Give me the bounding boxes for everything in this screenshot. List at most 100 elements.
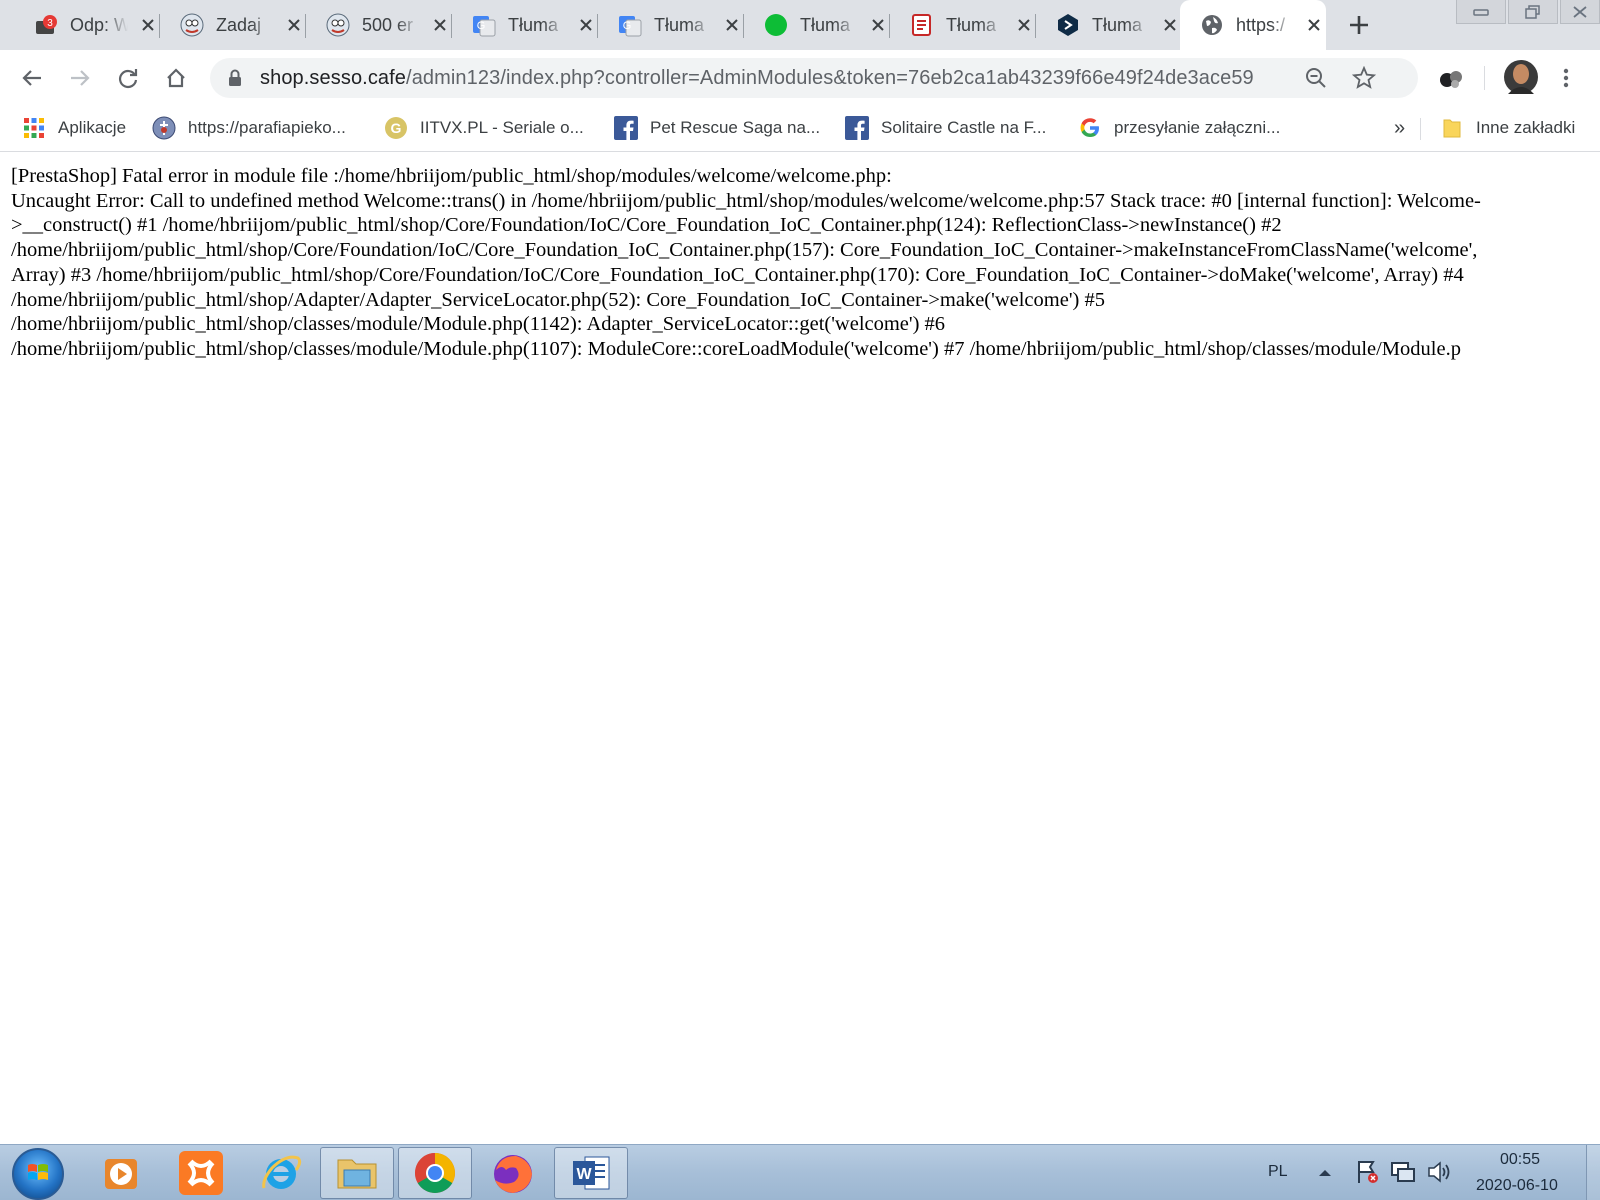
xampp-icon	[179, 1151, 223, 1195]
tab-translate-2[interactable]: G Tłuma	[598, 0, 744, 50]
error-line: >__construct() #1 /home/hbriijom/public_…	[11, 214, 1282, 237]
close-icon[interactable]	[868, 15, 888, 35]
tab-translate-4[interactable]: Tłuma	[890, 0, 1036, 50]
tab-title: https:/	[1236, 15, 1286, 35]
reload-button[interactable]	[114, 64, 142, 92]
lock-icon[interactable]	[228, 69, 242, 92]
close-icon[interactable]	[1160, 15, 1180, 35]
close-icon[interactable]	[284, 15, 304, 35]
action-center-flag-icon[interactable]	[1356, 1159, 1380, 1190]
green-circle-icon	[764, 13, 788, 37]
windows-logo-icon	[28, 1164, 48, 1180]
restore-button[interactable]	[1508, 0, 1558, 24]
new-tab-button[interactable]	[1346, 12, 1372, 38]
plus-icon	[1350, 16, 1368, 34]
url-path: /admin123/index.php?controller=AdminModu…	[406, 67, 1254, 89]
bookmark-label: Solitaire Castle na F...	[881, 118, 1047, 137]
more-vert-icon	[1563, 68, 1569, 88]
close-window-button[interactable]	[1560, 0, 1600, 24]
close-icon[interactable]	[1304, 15, 1324, 35]
close-icon[interactable]	[138, 15, 158, 35]
tab-500-error[interactable]: 500 er	[306, 0, 452, 50]
volume-icon[interactable]	[1426, 1159, 1452, 1190]
media-player-icon	[105, 1159, 137, 1189]
bookmarks-divider	[1420, 118, 1421, 140]
tray-expand-icon[interactable]	[1318, 1165, 1332, 1183]
close-icon[interactable]	[576, 15, 596, 35]
taskbar-xampp[interactable]	[164, 1147, 238, 1199]
firefox-icon	[494, 1155, 532, 1193]
tab-title: 500 er	[362, 15, 414, 35]
profile-avatar[interactable]	[1504, 60, 1538, 94]
url-text[interactable]: shop.sesso.cafe/admin123/index.php?contr…	[260, 67, 1254, 90]
close-icon[interactable]	[430, 15, 450, 35]
error-line: /home/hbriijom/public_html/shop/Adapter/…	[11, 288, 1105, 311]
google-translate-icon: G	[472, 13, 496, 37]
other-bookmarks-folder[interactable]: Inne zakładki	[1440, 114, 1575, 142]
error-line: /home/hbriijom/public_html/shop/classes/…	[11, 313, 946, 336]
bookmark-label: Aplikacje	[58, 118, 127, 137]
bookmark-label: Pet Rescue Saga na...	[650, 118, 821, 137]
taskbar-word[interactable]: W	[554, 1147, 628, 1199]
facebook-icon	[845, 116, 869, 140]
taskbar-firefox[interactable]	[476, 1147, 550, 1199]
start-button[interactable]	[12, 1148, 64, 1200]
home-button[interactable]	[162, 64, 190, 92]
facebook-icon	[614, 116, 638, 140]
bookmark-label: przesyłanie załączni...	[1114, 118, 1281, 137]
show-desktop-button[interactable]	[1586, 1145, 1600, 1200]
tab-translate-5[interactable]: Tłuma	[1036, 0, 1182, 50]
parish-icon	[152, 116, 176, 140]
bookmark-iitvx[interactable]: G IITVX.PL - Seriale o...	[384, 114, 584, 142]
bookmarks-overflow-button[interactable]: »	[1394, 114, 1405, 142]
svg-text:W: W	[576, 1166, 592, 1183]
avatar-icon	[1504, 60, 1538, 94]
prestashop-icon	[326, 13, 350, 37]
tab-translate-3[interactable]: Tłuma	[744, 0, 890, 50]
tab-translate-1[interactable]: G Tłuma	[452, 0, 598, 50]
tab-active-https[interactable]: https:/	[1180, 0, 1326, 50]
bookmark-parafia[interactable]: https://parafiapieko...	[152, 114, 346, 142]
minimize-icon	[1473, 8, 1489, 16]
close-icon[interactable]	[1014, 15, 1034, 35]
red-document-icon	[910, 13, 934, 37]
address-bar[interactable]: shop.sesso.cafe/admin123/index.php?contr…	[210, 58, 1418, 98]
file-explorer-icon	[337, 1159, 377, 1189]
tab-mail[interactable]: 3 Odp: W	[14, 0, 160, 50]
taskbar-file-explorer[interactable]	[320, 1147, 394, 1199]
language-indicator[interactable]: PL	[1268, 1163, 1288, 1181]
clock-date[interactable]: 2020-06-10	[1476, 1177, 1558, 1195]
extension-button[interactable]	[1438, 64, 1466, 92]
taskbar-media-player[interactable]	[84, 1147, 158, 1199]
windows-taskbar: W PL 00:55 2020-06-10	[0, 1144, 1600, 1200]
bookmark-apps[interactable]: Aplikacje	[22, 114, 126, 142]
taskbar-internet-explorer[interactable]	[244, 1147, 318, 1199]
prestashop-icon	[180, 13, 204, 37]
tab-zadaj[interactable]: Zadaj	[160, 0, 306, 50]
google-translate-icon: G	[618, 13, 642, 37]
folder-icon	[1440, 116, 1464, 140]
error-line: /home/hbriijom/public_html/shop/classes/…	[11, 337, 1461, 360]
bookmark-przesylanie[interactable]: przesyłanie załączni...	[1078, 114, 1280, 142]
iitvx-icon: G	[384, 116, 408, 140]
svg-text:3: 3	[47, 18, 53, 29]
bookmark-solitaire[interactable]: Solitaire Castle na F...	[845, 114, 1046, 142]
internet-explorer-icon	[262, 1155, 302, 1189]
svg-text:G: G	[391, 120, 402, 136]
forward-button[interactable]	[66, 64, 94, 92]
tab-title: Tłuma	[508, 15, 559, 35]
taskbar-chrome[interactable]	[398, 1147, 472, 1199]
network-icon[interactable]	[1390, 1159, 1416, 1190]
menu-button[interactable]	[1552, 64, 1580, 92]
mail-icon: 3	[34, 13, 58, 37]
restore-icon	[1525, 4, 1540, 19]
zoom-icon[interactable]	[1304, 66, 1328, 90]
svg-text:G: G	[477, 20, 486, 32]
reload-icon	[118, 69, 138, 89]
clock-time[interactable]: 00:55	[1500, 1151, 1540, 1169]
bookmark-star-icon[interactable]	[1352, 66, 1376, 90]
back-button[interactable]	[18, 64, 46, 92]
minimize-button[interactable]	[1456, 0, 1506, 24]
close-icon[interactable]	[722, 15, 742, 35]
bookmark-pet-rescue[interactable]: Pet Rescue Saga na...	[614, 114, 820, 142]
